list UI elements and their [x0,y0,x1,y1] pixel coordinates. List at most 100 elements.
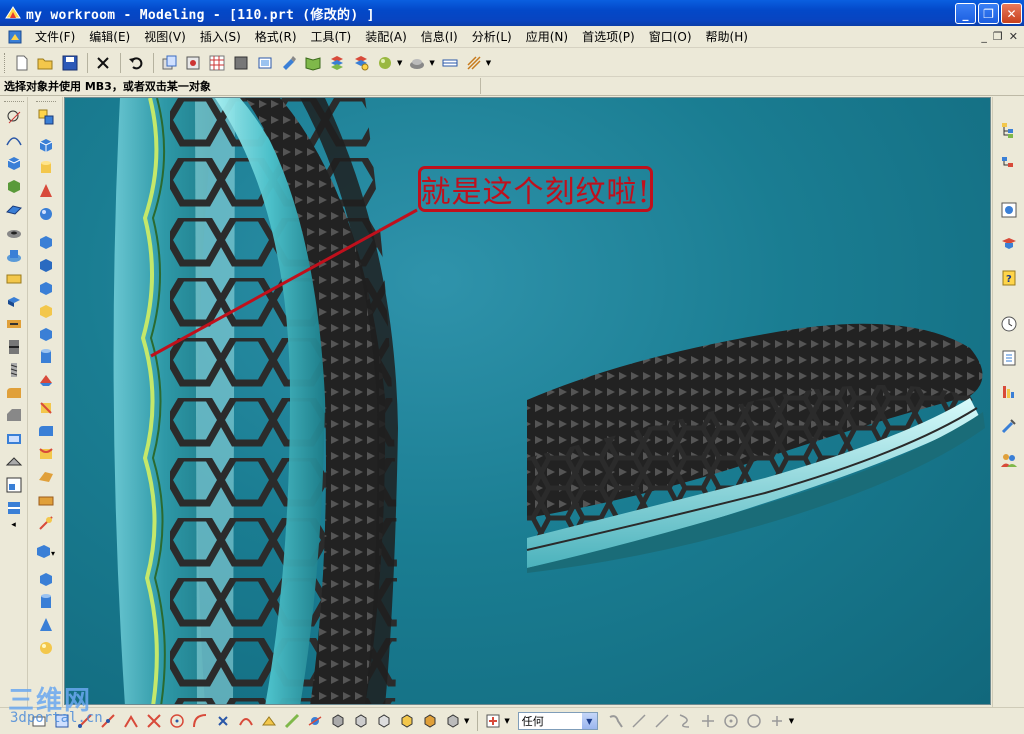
menu-help[interactable]: 帮助(H) [699,26,755,48]
extrude-icon[interactable] [3,153,25,173]
tools-icon[interactable] [998,415,1020,437]
sew-icon[interactable] [35,370,57,390]
paint-icon[interactable] [278,52,300,74]
copy-icon[interactable] [158,52,180,74]
select-tool-icon[interactable] [28,711,49,732]
edge-icon[interactable] [463,52,485,74]
chevron-down-icon[interactable]: ▼ [429,59,434,67]
chevron-down-icon[interactable]: ▼ [504,717,509,725]
sphere-primitive-icon[interactable] [35,638,57,658]
type-filter-select[interactable]: 任何 ▼ [517,712,598,730]
circle-center-grayed-icon[interactable] [721,711,742,732]
snap-control-point-icon[interactable] [120,711,141,732]
more-tools-chevron-icon[interactable]: ◂ [0,520,27,530]
revolve-icon[interactable] [3,176,25,196]
pad-icon[interactable] [3,291,25,311]
point-grayed-icon[interactable] [767,711,788,732]
menu-information[interactable]: 信息(I) [414,26,465,48]
web-browser-icon[interactable] [998,199,1020,221]
snap-quadrant-icon[interactable] [189,711,210,732]
pocket-icon[interactable] [3,268,25,288]
shell-icon[interactable] [3,429,25,449]
menu-analysis[interactable]: 分析(L) [465,26,519,48]
render-style-icon[interactable] [406,52,428,74]
snap-arc-center-icon[interactable] [166,711,187,732]
undo-icon[interactable] [125,52,147,74]
edge-blend-icon[interactable] [35,421,57,441]
snap-body-icon[interactable] [327,711,348,732]
delete-icon[interactable] [92,52,114,74]
layer-icon[interactable] [326,52,348,74]
part-navigator-icon[interactable] [998,153,1020,175]
snap-existing-point-icon[interactable] [212,711,233,732]
slot-icon[interactable] [3,314,25,334]
datum-axis-icon[interactable] [35,569,57,589]
help-icon[interactable]: ? [998,267,1020,289]
sweep-icon[interactable] [3,199,25,219]
mdi-minimize-button[interactable]: _ [981,30,987,43]
line-alt-grayed-icon[interactable] [652,711,673,732]
minimize-button[interactable]: _ [955,3,976,24]
layer-settings-icon[interactable] [350,52,372,74]
snap-endpoint-icon[interactable] [74,711,95,732]
mdi-restore-button[interactable]: ❐ [993,30,1003,43]
open-folder-icon[interactable] [35,52,57,74]
graphics-viewport[interactable]: 就是这个刻纹啦! [64,97,991,705]
snap-on-surface-icon[interactable] [258,711,279,732]
training-icon[interactable] [998,233,1020,255]
edge-chamfer-icon[interactable] [35,490,57,510]
toolbar-grip[interactable] [4,52,7,73]
system-materials-icon[interactable] [998,347,1020,369]
palette-icon[interactable] [998,381,1020,403]
surface-icon[interactable] [230,52,252,74]
hole-icon[interactable] [3,222,25,242]
menu-edit[interactable]: 编辑(E) [82,26,137,48]
cylinder-icon[interactable] [35,158,57,178]
unite-icon[interactable] [35,232,57,252]
menu-insert[interactable]: 插入(S) [193,26,248,48]
close-button[interactable]: ✕ [1001,3,1022,24]
menu-format[interactable]: 格式(R) [248,26,304,48]
snap-face-icon[interactable] [350,711,371,732]
save-icon[interactable] [59,52,81,74]
snap-edge-icon[interactable] [373,711,394,732]
book-icon[interactable] [302,52,324,74]
cone-icon[interactable] [35,181,57,201]
chamfer-icon[interactable] [3,406,25,426]
sphere-icon[interactable] [35,204,57,224]
feature-icon[interactable] [35,107,57,127]
datum-csys-icon[interactable] [35,592,57,612]
document-icon[interactable] [6,28,24,46]
snap-feature-icon[interactable] [419,711,440,732]
grid-icon[interactable] [206,52,228,74]
soft-blend-icon[interactable] [35,467,57,487]
perpendicular-grayed-icon[interactable] [698,711,719,732]
menu-application[interactable]: 应用(N) [519,26,575,48]
toolbar-grip[interactable] [3,101,24,104]
hide-icon[interactable] [439,52,461,74]
chevron-down-icon[interactable]: ▼ [464,717,469,725]
filter-type-icon[interactable] [482,711,503,732]
filter-dropdown-arrow-icon[interactable]: ▼ [581,713,597,729]
mdi-close-button[interactable]: ✕ [1009,30,1018,43]
snap-intersection-icon[interactable] [143,711,164,732]
maximize-button[interactable]: ❐ [978,3,999,24]
snap-tangent-icon[interactable] [304,711,325,732]
blend-icon[interactable] [3,383,25,403]
groove-icon[interactable] [3,337,25,357]
scale-icon[interactable] [3,475,25,495]
draft-icon[interactable] [35,398,57,418]
snap-point-grayed-icon[interactable] [606,711,627,732]
snap-vertex-icon[interactable] [396,711,417,732]
chevron-down-icon[interactable]: ▼ [789,717,794,725]
menu-preferences[interactable]: 首选项(P) [575,26,642,48]
menu-assemblies[interactable]: 装配(A) [358,26,414,48]
mirror-icon[interactable] [35,324,57,344]
snap-component-icon[interactable] [442,711,463,732]
face-blend-icon[interactable] [35,444,57,464]
orient-view-icon[interactable] [254,52,276,74]
circle-grayed-icon[interactable] [744,711,765,732]
curve-icon[interactable] [3,130,25,150]
snap-pole-icon[interactable] [281,711,302,732]
assembly-navigator-icon[interactable] [998,119,1020,141]
